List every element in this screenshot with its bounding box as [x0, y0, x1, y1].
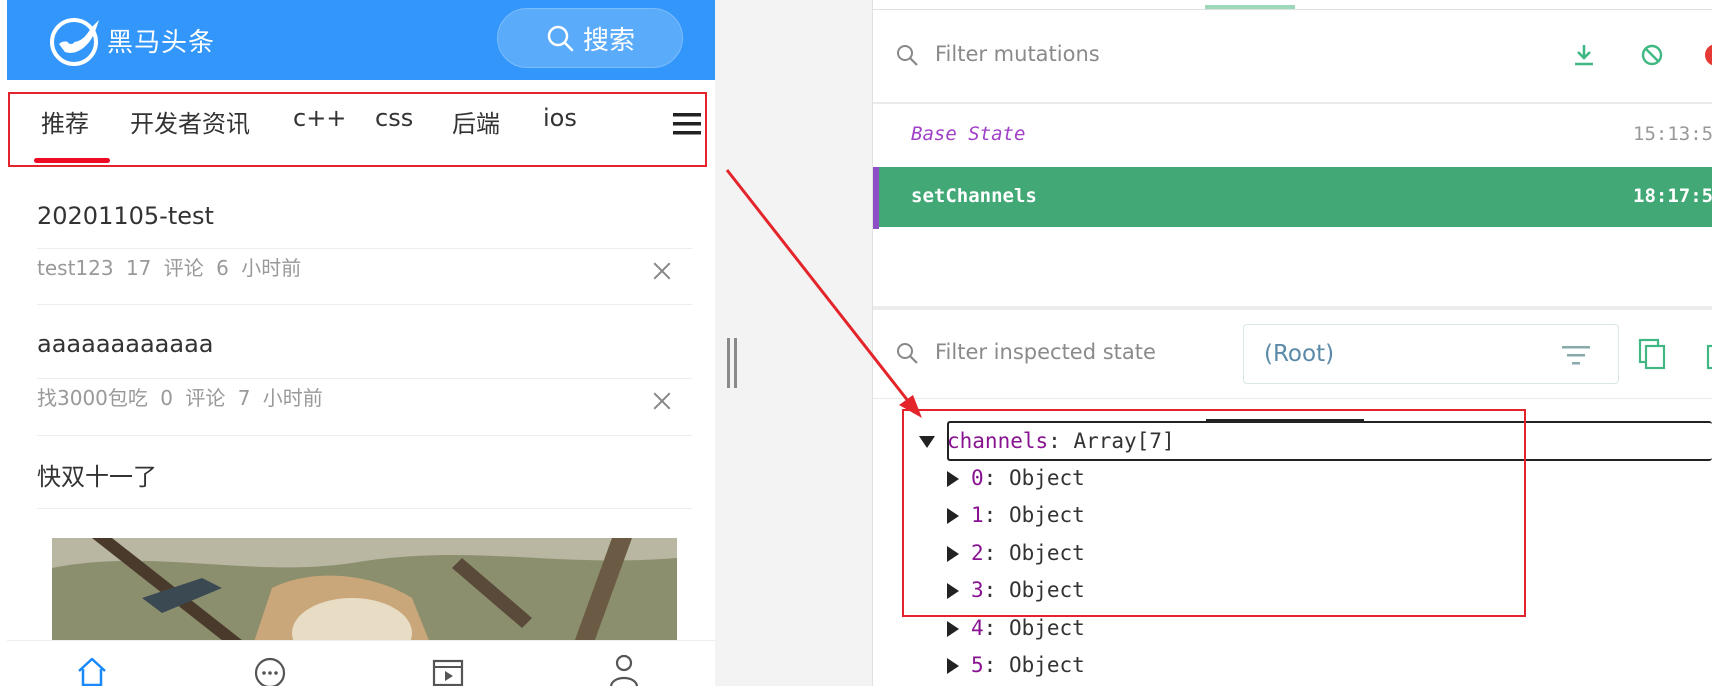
profile-icon[interactable]: [607, 653, 641, 686]
download-icon[interactable]: [1571, 42, 1597, 68]
filter-mutations-input[interactable]: Filter mutations: [935, 42, 1100, 66]
mutation-row-base-state[interactable]: Base State 15:13:5: [873, 105, 1712, 165]
app-header: 黑马头条 搜索: [7, 0, 715, 80]
article-meta: test123 17 评论 6 小时前: [37, 252, 301, 281]
divider: [37, 508, 692, 509]
bottom-tabbar: [7, 640, 715, 686]
collapsed-arrow-icon[interactable]: [947, 658, 959, 674]
tree-value: Object: [1008, 653, 1085, 677]
tree-key: 5: [971, 653, 984, 677]
divider: [873, 9, 1712, 10]
divider: [873, 398, 1712, 399]
article-time: 7 小时前: [237, 386, 323, 410]
article-title: 快双十一了: [37, 463, 157, 491]
article-comments: 0 评论: [160, 386, 226, 410]
root-select[interactable]: (Root): [1243, 324, 1619, 384]
divider: [873, 102, 1712, 104]
tree-node-5[interactable]: 5: Object: [947, 653, 1085, 686]
divider: [37, 435, 692, 436]
article-title: 20201105-test: [37, 202, 214, 230]
article-author: 找3000包吃: [37, 386, 148, 410]
tree-key: 4: [971, 616, 984, 640]
logo-icon: [50, 18, 99, 66]
divider: [37, 248, 692, 249]
collapsed-arrow-icon[interactable]: [947, 621, 959, 637]
article-title: aaaaaaaaaaaa: [37, 330, 214, 358]
article-comments: 17 评论: [125, 256, 204, 280]
article-time: 6 小时前: [216, 256, 302, 280]
copy-icon[interactable]: [1637, 338, 1667, 370]
search-icon: [897, 45, 918, 66]
search-icon: [547, 25, 574, 52]
divider: [37, 378, 692, 379]
clear-icon[interactable]: [1639, 42, 1665, 68]
video-icon[interactable]: [431, 653, 465, 686]
mutation-time: 15:13:5: [1633, 123, 1712, 145]
tree-node-4[interactable]: 4: Object: [947, 616, 1085, 650]
app-brand: 黑马头条: [107, 28, 216, 58]
filter-state-input[interactable]: Filter inspected state: [935, 340, 1156, 364]
mutation-name: setChannels: [911, 185, 1037, 207]
search-button[interactable]: 搜索: [497, 8, 683, 68]
mutation-row-set-channels[interactable]: setChannels 18:17:5: [873, 167, 1712, 229]
state-highlight-box: [902, 409, 1526, 617]
filter-list-icon[interactable]: [1560, 343, 1592, 367]
mutation-time: 18:17:5: [1633, 185, 1712, 207]
owl-photo: [52, 538, 677, 648]
paste-icon[interactable]: [1705, 338, 1712, 370]
chat-icon[interactable]: [253, 653, 287, 686]
root-select-value: (Root): [1264, 341, 1335, 367]
resize-handle[interactable]: [727, 338, 739, 388]
close-icon[interactable]: [653, 392, 671, 410]
close-icon[interactable]: [653, 262, 671, 280]
home-icon[interactable]: [75, 653, 109, 686]
divider: [37, 304, 692, 305]
article-meta: 找3000包吃 0 评论 7 小时前: [37, 382, 323, 411]
article-author: test123: [37, 256, 114, 280]
search-icon: [897, 343, 918, 364]
tree-value: Object: [1008, 616, 1085, 640]
search-button-label: 搜索: [582, 25, 635, 56]
channels-highlight-box: [8, 92, 707, 167]
article-cover-image: [52, 538, 677, 648]
mutation-name: Base State: [911, 123, 1026, 145]
